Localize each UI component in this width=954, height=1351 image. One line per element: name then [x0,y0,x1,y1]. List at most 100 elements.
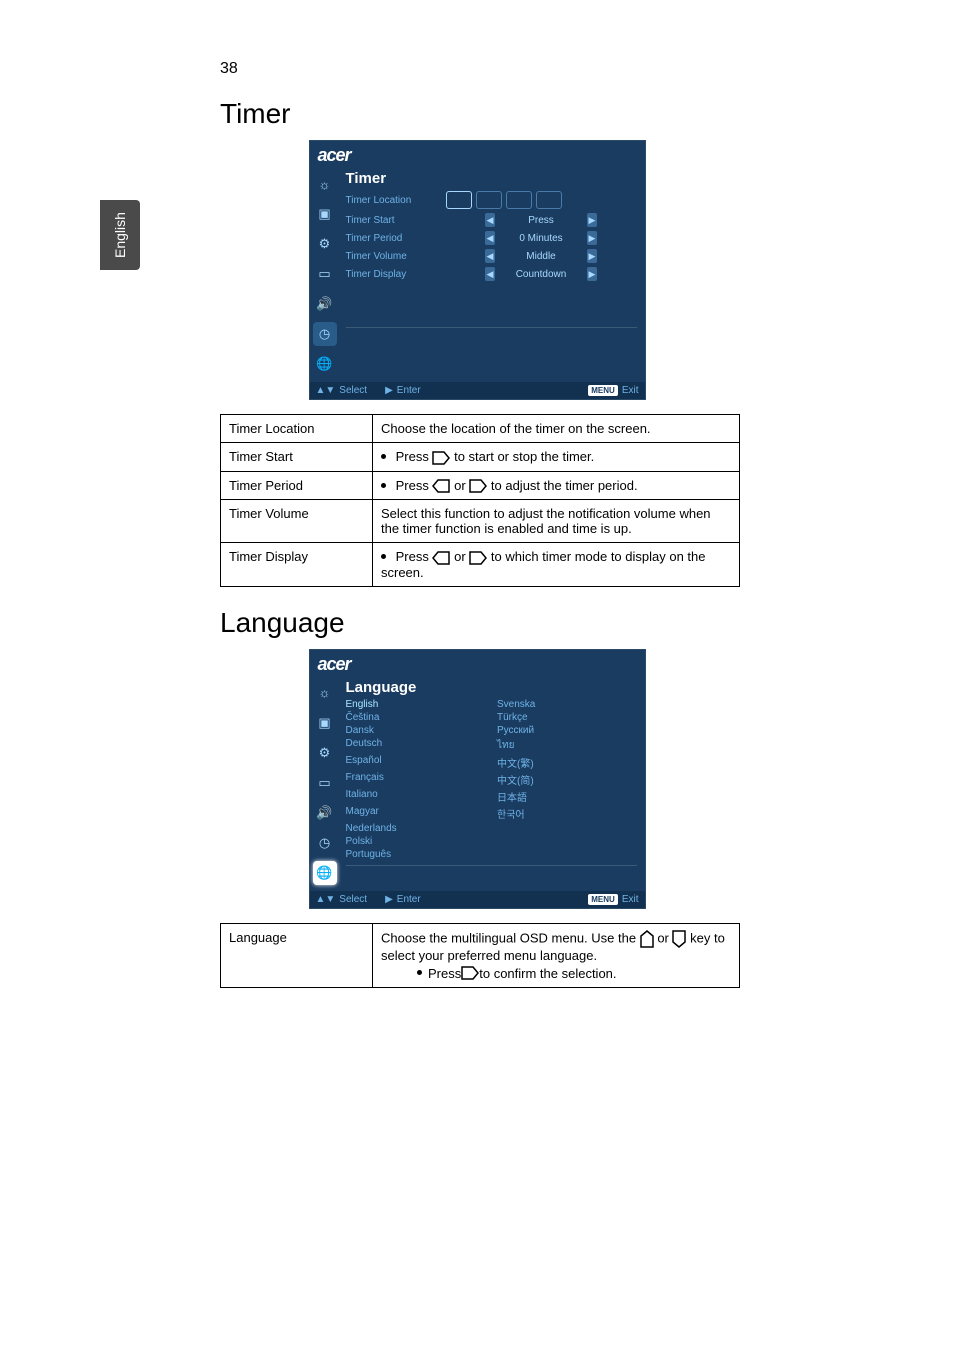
menu-badge: MENU [588,894,618,905]
table-row: Timer Display Press or to which timer mo… [221,543,740,587]
arrow-left-icon[interactable]: ◀ [485,267,495,281]
audio-icon[interactable]: 🔊 [313,292,337,316]
timer-location-tr[interactable] [476,191,502,209]
management-icon[interactable]: ⚙ [313,741,337,765]
cell-desc: Press to start or stop the timer. [373,443,740,472]
left-pentagon-icon [432,551,450,565]
timer-start-value: Press [501,215,581,226]
timer-icon[interactable]: ◷ [313,322,337,346]
timer-location-br[interactable] [536,191,562,209]
lang-option[interactable]: 中文(繁) [497,754,637,771]
lang-option[interactable]: Deutsch [346,737,486,754]
lang-option[interactable]: Português [346,848,486,861]
updown-icon: ▲▼ [316,385,336,396]
timer-location-tl[interactable] [446,191,472,209]
menu-badge: MENU [588,385,618,396]
lang-option[interactable]: English [346,698,486,711]
section-title-language: Language [220,607,854,639]
management-icon[interactable]: ⚙ [313,232,337,256]
arrow-left-icon[interactable]: ◀ [485,249,495,263]
brightness-icon[interactable]: ☼ [313,172,337,196]
language-icon[interactable]: 🌐 [313,352,337,376]
lang-option[interactable]: ไทย [497,737,637,754]
right-pentagon-icon [469,551,487,565]
footer-select: Select [339,385,367,396]
lang-option [497,822,637,835]
table-row: Timer Location Choose the location of th… [221,415,740,443]
timer-volume-value: Middle [501,251,581,262]
table-row: Language Choose the multilingual OSD men… [221,923,740,987]
right-pentagon-icon [432,451,450,465]
lang-option[interactable]: Türkçe [497,711,637,724]
updown-icon: ▲▼ [316,894,336,905]
lang-option[interactable]: Dansk [346,724,486,737]
cell-label: Timer Display [221,543,373,587]
osd-sidebar: ☼ ▣ ⚙ ▭ 🔊 ◷ 🌐 [310,675,340,891]
osd-timer: acer ☼ ▣ ⚙ ▭ 🔊 ◷ 🌐 Timer Timer Location [309,140,646,400]
osd-row-label-start: Timer Start [346,215,446,226]
osd-footer: ▲▼Select ▶Enter MENUExit [310,382,645,399]
arrow-right-icon[interactable]: ▶ [587,267,597,281]
cell-label: Timer Period [221,471,373,500]
left-pentagon-icon [432,479,450,493]
osd-row-label-location: Timer Location [346,195,446,206]
language-icon[interactable]: 🌐 [313,861,337,885]
table-row: Timer Volume Select this function to adj… [221,500,740,543]
arrow-right-icon[interactable]: ▶ [587,213,597,227]
arrow-right-icon[interactable]: ▶ [587,231,597,245]
lang-option[interactable]: Français [346,771,486,788]
osd-logo: acer [310,650,645,675]
arrow-left-icon[interactable]: ◀ [485,231,495,245]
up-pentagon-icon [640,930,654,948]
osd-row-label-display: Timer Display [346,269,446,280]
lang-option[interactable]: 中文(简) [497,771,637,788]
setting-icon[interactable]: ▭ [313,262,337,286]
lang-option[interactable]: 日本語 [497,788,637,805]
lang-option [497,835,637,848]
side-tab-language: English [100,200,140,270]
timer-period-value: 0 Minutes [501,233,581,244]
lang-option[interactable]: Magyar [346,805,486,822]
footer-enter: Enter [397,894,421,905]
cell-label: Timer Location [221,415,373,443]
osd-row-label-volume: Timer Volume [346,251,446,262]
cell-desc: Choose the multilingual OSD menu. Use th… [373,923,740,987]
right-pentagon-icon [461,966,479,980]
footer-exit: Exit [622,894,639,905]
arrow-left-icon[interactable]: ◀ [485,213,495,227]
osd-logo: acer [310,141,645,166]
lang-option[interactable]: Polski [346,835,486,848]
image-icon[interactable]: ▣ [313,711,337,735]
cell-desc: Choose the location of the timer on the … [373,415,740,443]
arrow-right-icon[interactable]: ▶ [587,249,597,263]
lang-option[interactable]: Čeština [346,711,486,724]
lang-option[interactable]: Italiano [346,788,486,805]
osd-heading: Language [346,679,637,696]
language-grid: English Svenska Čeština Türkçe Dansk Рус… [346,698,637,861]
timer-icon[interactable]: ◷ [313,831,337,855]
table-row: Timer Start Press to start or stop the t… [221,443,740,472]
lang-option[interactable]: Español [346,754,486,771]
timer-display-value: Countdown [501,269,581,280]
play-icon: ▶ [385,385,393,396]
lang-option [497,848,637,861]
osd-footer: ▲▼Select ▶Enter MENUExit [310,891,645,908]
lang-option[interactable]: Русский [497,724,637,737]
table-row: Timer Period Press or to adjust the time… [221,471,740,500]
language-table: Language Choose the multilingual OSD men… [220,923,740,988]
footer-exit: Exit [622,385,639,396]
lang-option[interactable]: Svenska [497,698,637,711]
cell-label: Language [221,923,373,987]
osd-sidebar: ☼ ▣ ⚙ ▭ 🔊 ◷ 🌐 [310,166,340,382]
brightness-icon[interactable]: ☼ [313,681,337,705]
lang-option[interactable]: Nederlands [346,822,486,835]
lang-option[interactable]: 한국어 [497,805,637,822]
timer-table: Timer Location Choose the location of th… [220,414,740,587]
timer-location-bl[interactable] [506,191,532,209]
osd-language: acer ☼ ▣ ⚙ ▭ 🔊 ◷ 🌐 Language English Sven… [309,649,646,909]
audio-icon[interactable]: 🔊 [313,801,337,825]
right-pentagon-icon [469,479,487,493]
setting-icon[interactable]: ▭ [313,771,337,795]
image-icon[interactable]: ▣ [313,202,337,226]
osd-heading: Timer [346,170,637,187]
